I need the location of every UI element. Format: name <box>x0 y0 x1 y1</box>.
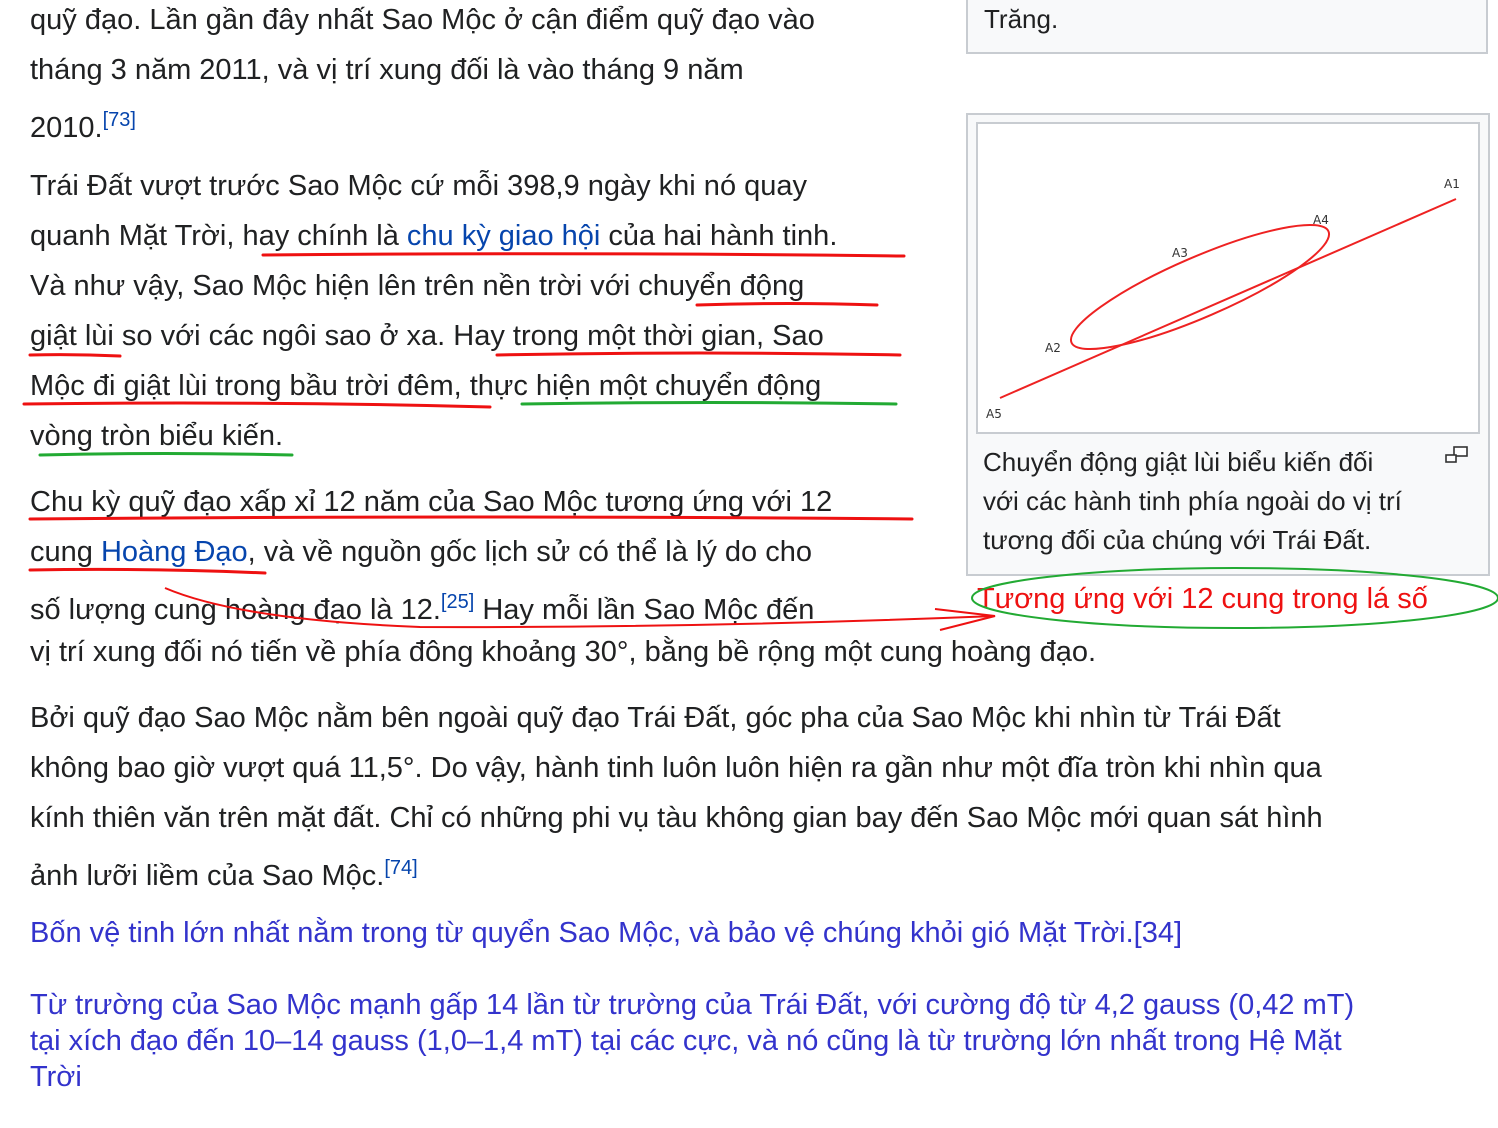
para4-line-3: kính thiên văn trên mặt đất. Chỉ có nhữn… <box>30 802 1323 834</box>
note-magnetic-field-line-3: Trời <box>30 1061 82 1093</box>
retrograde-loop <box>1069 223 1331 351</box>
citation-73[interactable]: [73] <box>103 109 136 131</box>
para3-line-4: vị trí xung đối nó tiến về phía đông kho… <box>30 636 1097 668</box>
para2-line-1: Trái Đất vượt trước Sao Mộc cứ mỗi 398,9… <box>30 170 808 202</box>
para2-line-5: Mộc đi giật lùi trong bầu trời đêm, thực… <box>30 370 822 402</box>
zodiac-link[interactable]: Hoàng Đạo <box>101 536 248 568</box>
label-a2: A2 <box>1045 341 1061 355</box>
enlarge-icon[interactable] <box>1445 446 1469 464</box>
para4-line-2: không bao giờ vượt quá 11,5°. Do vậy, hà… <box>30 752 1322 784</box>
figure-caption-line-3: tương đối của chúng với Trái Đất. <box>983 525 1372 555</box>
label-a3: A3 <box>1172 246 1188 260</box>
para1-line-2: tháng 3 năm 2011, và vị trí xung đối là … <box>30 54 744 86</box>
para2-line-2: quanh Mặt Trời, hay chính là chu kỳ giao… <box>30 220 838 252</box>
figure-caption-line-1: Chuyển động giật lùi biểu kiến đối <box>983 447 1374 477</box>
synodic-period-link[interactable]: chu kỳ giao hội <box>407 220 600 252</box>
citation-74[interactable]: [74] <box>384 857 417 879</box>
para2-line-6: vòng tròn biểu kiến. <box>30 420 284 452</box>
citation-25[interactable]: [25] <box>441 591 474 613</box>
motion-path-line <box>999 198 1457 399</box>
label-a4: A4 <box>1313 213 1329 227</box>
para1-line-3: 2010.[73] <box>30 109 136 144</box>
para1-line-1: quỹ đạo. Lần gần đây nhất Sao Mộc ở cận … <box>30 4 815 36</box>
para2-line-4: giật lùi so với các ngôi sao ở xa. Hay t… <box>30 320 824 352</box>
para4-line-4: ảnh lưỡi liềm của Sao Mộc.[74] <box>30 857 418 892</box>
note-magnetic-field-line-2: tại xích đạo đến 10–14 gauss (1,0–1,4 mT… <box>30 1025 1342 1057</box>
note-magnetic-field-line-1: Từ trường của Sao Mộc mạnh gấp 14 lần từ… <box>30 989 1355 1021</box>
para3-line-3: số lượng cung hoàng đạo là 12.[25] Hay m… <box>30 591 815 626</box>
label-a1: A1 <box>1444 177 1460 191</box>
note-magnetosphere: Bốn vệ tinh lớn nhất nằm trong từ quyển … <box>30 917 1183 949</box>
para3-line-1: Chu kỳ quỹ đạo xấp xỉ 12 năm của Sao Mộc… <box>30 486 833 518</box>
zodiac-annotation: Tương ứng với 12 cung trong lá số <box>977 583 1428 615</box>
para4-line-1: Bởi quỹ đạo Sao Mộc nằm bên ngoài quỹ đạ… <box>30 702 1281 734</box>
para3-line-2: cung Hoàng Đạo, và về nguồn gốc lịch sử … <box>30 536 812 568</box>
para2-line-3: Và như vậy, Sao Mộc hiện lên trên nền tr… <box>30 270 805 302</box>
label-a5: A5 <box>986 407 1002 421</box>
figure-caption-line-2: với các hành tinh phía ngoài do vị trí <box>983 486 1402 516</box>
